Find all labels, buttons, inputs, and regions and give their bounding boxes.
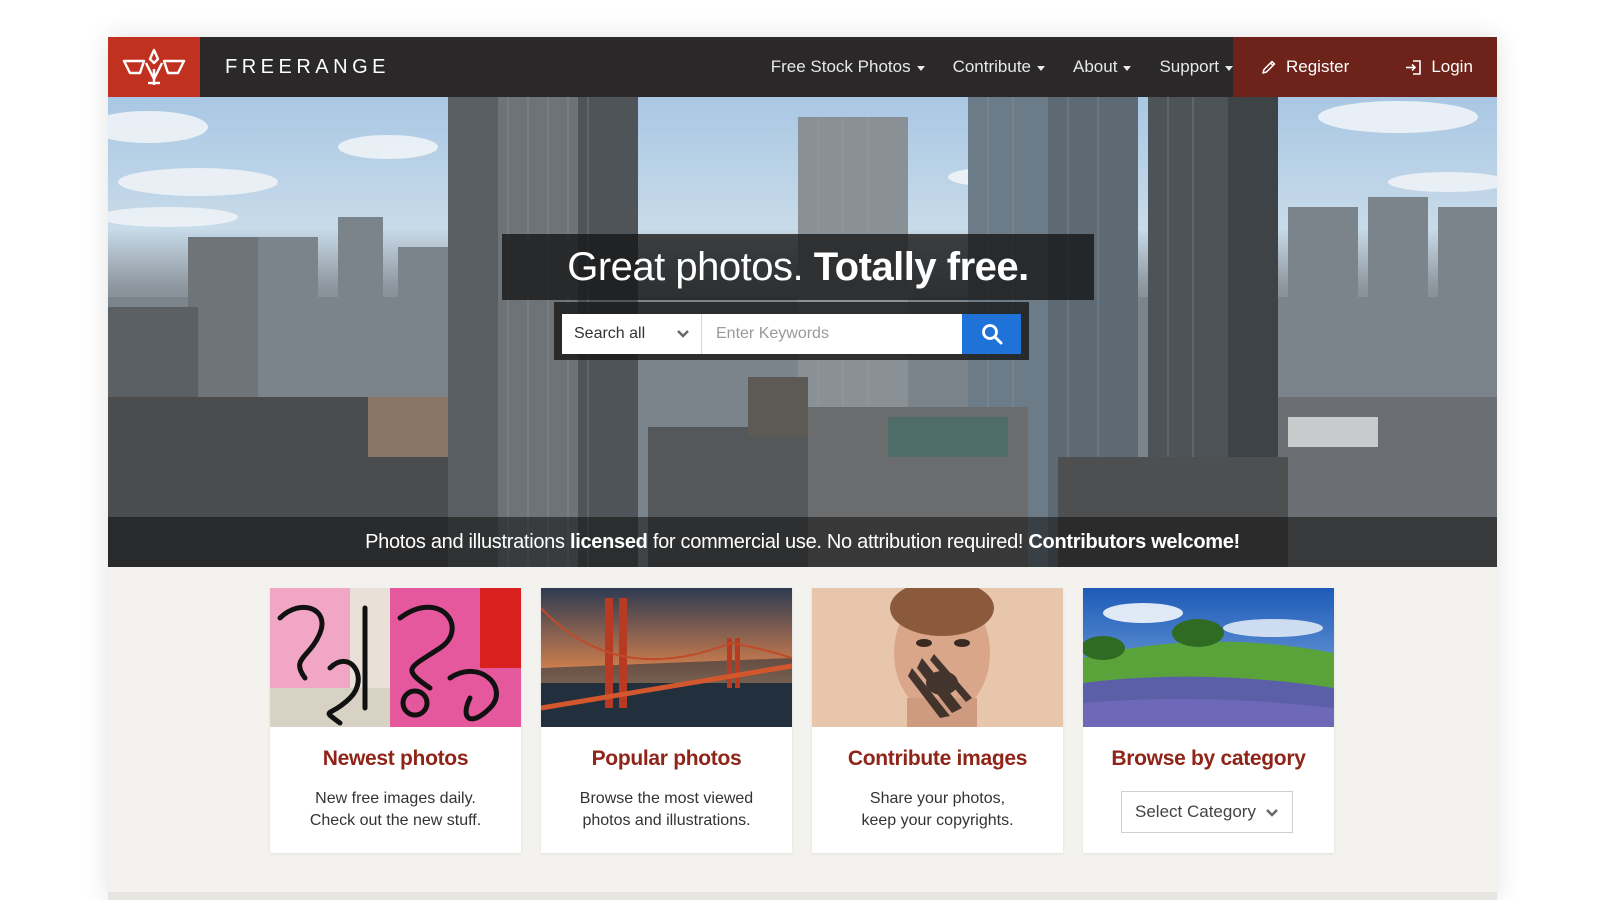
pencil-icon <box>1262 60 1276 74</box>
card-description-line: Browse the most viewed <box>579 790 754 807</box>
menu-support[interactable]: Support <box>1159 57 1233 77</box>
card-newest-photos[interactable]: Newest photos New free images daily. Che… <box>270 588 521 853</box>
tagline-text: Photos and illustrations <box>365 530 570 553</box>
login-icon <box>1406 59 1422 75</box>
login-button[interactable]: Login <box>1377 37 1497 97</box>
menu-label: Contribute <box>952 57 1032 76</box>
card-description-line: New free images daily. <box>315 790 476 807</box>
menu-label: Support <box>1159 57 1219 76</box>
top-nav: FREERANGE Free Stock Photos Contribute A… <box>108 37 1497 97</box>
card-description-line: Share your photos, <box>869 790 1006 807</box>
headline-regular: Great photos. <box>567 244 804 289</box>
card-title: Contribute images <box>847 747 1028 770</box>
search-button[interactable] <box>962 314 1021 354</box>
auth-area: Register Login <box>1233 37 1497 97</box>
feature-cards: Newest photos New free images daily. Che… <box>270 588 1334 853</box>
card-browse-by-category[interactable]: Browse by category Select Category <box>1083 588 1334 853</box>
main-menu: Free Stock Photos Contribute About Suppo… <box>771 37 1233 97</box>
chevron-down-icon <box>677 330 689 338</box>
freerange-logo-icon <box>122 48 186 85</box>
register-label: Register <box>1286 57 1350 76</box>
card-title: Newest photos <box>322 747 469 770</box>
search-input[interactable] <box>702 314 962 354</box>
tagline: Photos and illustrations licensed for co… <box>365 531 1240 554</box>
hero-banner: Great photos. Totally free. Search all P… <box>108 97 1497 567</box>
menu-contribute[interactable]: Contribute <box>952 57 1046 77</box>
search-icon <box>981 324 1002 345</box>
card-description: Share your photos, keep your copyrights. <box>812 788 1063 832</box>
search-scope-select[interactable]: Search all <box>562 314 702 354</box>
card-description-line: Check out the new stuff. <box>309 812 482 829</box>
tagline-text: for commercial use. No attribution requi… <box>647 530 1029 553</box>
menu-label: About <box>1073 57 1118 76</box>
menu-about[interactable]: About <box>1073 57 1132 77</box>
tagline-bar: Photos and illustrations licensed for co… <box>108 517 1497 567</box>
menu-label: Free Stock Photos <box>770 57 911 76</box>
tagline-bold: licensed <box>569 530 648 553</box>
search-scope-value: Search all <box>574 325 646 342</box>
face-handprint-image <box>812 588 1063 727</box>
search-bar: Search all <box>554 302 1029 360</box>
brand-name[interactable]: FREERANGE <box>225 37 390 97</box>
meadow-image <box>1083 588 1334 727</box>
headline-bold: Totally free. <box>813 244 1030 289</box>
caret-down-icon <box>1123 65 1132 71</box>
browser-frame: FREERANGE Free Stock Photos Contribute A… <box>108 37 1497 900</box>
golden-gate-bridge-image <box>541 588 792 727</box>
logo[interactable] <box>108 37 200 97</box>
register-button[interactable]: Register <box>1233 37 1377 97</box>
headline: Great photos. Totally free. <box>567 245 1029 290</box>
card-title: Popular photos <box>591 747 742 770</box>
category-select[interactable]: Select Category <box>1121 791 1293 833</box>
bottom-divider <box>108 892 1497 900</box>
category-select-value: Select Category <box>1135 802 1256 821</box>
graffiti-image <box>270 588 521 727</box>
card-description-line: keep your copyrights. <box>861 812 1014 829</box>
menu-free-stock-photos[interactable]: Free Stock Photos <box>771 57 925 77</box>
caret-down-icon <box>916 65 925 71</box>
card-title: Browse by category <box>1111 747 1306 770</box>
chevron-down-icon <box>1266 809 1278 817</box>
tagline-bold: Contributors welcome! <box>1028 530 1240 553</box>
login-label: Login <box>1431 57 1473 76</box>
headline-banner: Great photos. Totally free. <box>502 234 1094 300</box>
card-contribute-images[interactable]: Contribute images Share your photos, kee… <box>812 588 1063 853</box>
caret-down-icon <box>1037 65 1046 71</box>
card-description: New free images daily. Check out the new… <box>270 788 521 832</box>
card-popular-photos[interactable]: Popular photos Browse the most viewed ph… <box>541 588 792 853</box>
card-description: Browse the most viewed photos and illust… <box>541 788 792 832</box>
caret-down-icon <box>1225 65 1233 71</box>
card-description-line: photos and illustrations. <box>582 812 751 829</box>
